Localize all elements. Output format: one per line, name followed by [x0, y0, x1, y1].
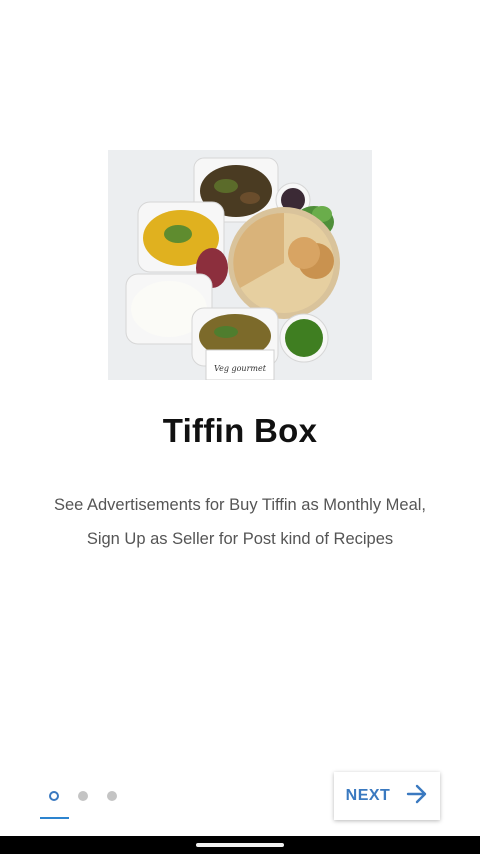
image-card-caption: Veg gourmet [214, 364, 267, 373]
page-dot-3[interactable] [107, 791, 117, 801]
page-indicator [40, 786, 130, 826]
tiffin-food-image: Veg gourmet [108, 150, 372, 380]
home-gesture-handle[interactable] [196, 843, 284, 847]
description-line-1: See Advertisements for Buy Tiffin as Mon… [53, 496, 427, 514]
description: See Advertisements for Buy Tiffin as Mon… [0, 488, 480, 556]
description-line-2: Sign Up as Seller for Post kind of Recip… [86, 530, 394, 548]
page-dot-1[interactable] [49, 791, 59, 801]
page-dot-2[interactable] [78, 791, 88, 801]
next-button[interactable]: NEXT [334, 772, 440, 820]
arrow-right-icon [406, 784, 428, 809]
page-title: Tiffin Box [162, 412, 318, 449]
system-navigation-bar [0, 836, 480, 854]
next-button-label: NEXT [345, 787, 391, 804]
active-page-underline [40, 817, 69, 819]
